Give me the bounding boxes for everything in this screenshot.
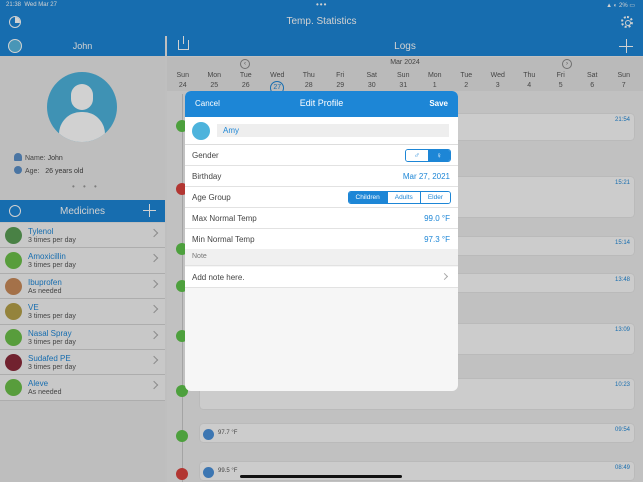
home-indicator[interactable] bbox=[240, 475, 402, 478]
gender-selector: ♂ ♀ bbox=[405, 149, 451, 162]
min-temp-label: Min Normal Temp bbox=[192, 235, 255, 244]
min-temp-value[interactable]: 97.3 °F bbox=[424, 235, 450, 244]
male-icon[interactable]: ♂ bbox=[406, 150, 428, 161]
modal-header: Cancel Edit Profile Save bbox=[185, 91, 458, 117]
age-group-adults[interactable]: Adults bbox=[386, 192, 420, 203]
gender-label: Gender bbox=[192, 151, 219, 160]
age-group-label: Age Group bbox=[192, 193, 231, 202]
note-section-header: Note bbox=[185, 249, 458, 266]
max-temp-row[interactable]: Max Normal Temp 99.0 °F bbox=[185, 208, 458, 229]
chevron-right-icon bbox=[440, 272, 449, 281]
name-input[interactable] bbox=[217, 124, 449, 137]
edit-profile-modal: Cancel Edit Profile Save Gender ♂ ♀ Birt… bbox=[185, 91, 458, 391]
modal-title: Edit Profile bbox=[299, 98, 344, 108]
age-group-children[interactable]: Children bbox=[348, 192, 387, 203]
min-temp-row[interactable]: Min Normal Temp 97.3 °F bbox=[185, 229, 458, 250]
birthday-value[interactable]: Mar 27, 2021 bbox=[403, 172, 450, 181]
female-icon[interactable]: ♀ bbox=[428, 150, 450, 161]
max-temp-value[interactable]: 99.0 °F bbox=[424, 214, 450, 223]
note-placeholder: Add note here. bbox=[192, 273, 245, 282]
birthday-row[interactable]: Birthday Mar 27, 2021 bbox=[185, 166, 458, 187]
note-row[interactable]: Add note here. bbox=[185, 267, 458, 288]
name-row bbox=[185, 117, 458, 145]
edit-avatar[interactable] bbox=[192, 122, 210, 140]
max-temp-label: Max Normal Temp bbox=[192, 214, 257, 223]
birthday-label: Birthday bbox=[192, 172, 222, 181]
age-group-elder[interactable]: Elder bbox=[419, 192, 450, 203]
age-group-selector: Children Adults Elder bbox=[347, 191, 451, 204]
age-group-row: Age Group Children Adults Elder bbox=[185, 187, 458, 208]
gender-row: Gender ♂ ♀ bbox=[185, 145, 458, 166]
save-button[interactable]: Save bbox=[429, 99, 448, 108]
note-header: Note bbox=[192, 253, 207, 260]
